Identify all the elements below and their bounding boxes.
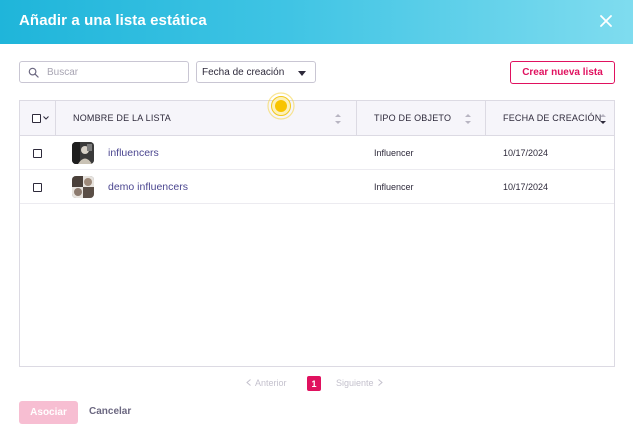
object-type: Influencer (374, 182, 414, 192)
page-number-button[interactable]: 1 (307, 376, 321, 391)
chevron-right-icon (377, 379, 383, 386)
cancel-button[interactable]: Cancelar (89, 406, 131, 417)
chevron-down-icon (298, 71, 306, 76)
column-header-type[interactable]: TIPO DE OBJETO (356, 101, 485, 136)
list-thumbnail (72, 176, 94, 198)
associate-button[interactable]: Asociar (19, 401, 78, 424)
close-icon (600, 15, 612, 27)
object-type: Influencer (374, 148, 414, 158)
create-new-list-button[interactable]: Crear nueva lista (510, 61, 615, 84)
list-thumbnail (72, 142, 94, 164)
column-header-date[interactable]: FECHA DE CREACIÓN (485, 101, 614, 136)
creation-date: 10/17/2024 (503, 148, 549, 158)
lists-table: NOMBRE DE LA LISTA TIPO DE OBJETO FECHA … (19, 100, 615, 367)
column-header-name-label: NOMBRE DE LA LISTA (73, 113, 171, 123)
table-row[interactable]: influencers Influencer 10/17/2024 (20, 136, 614, 170)
sort-icon[interactable] (334, 112, 342, 126)
row-checkbox[interactable] (33, 183, 42, 192)
table-row[interactable]: demo influencers Influencer 10/17/2024 (20, 170, 614, 204)
table-header: NOMBRE DE LA LISTA TIPO DE OBJETO FECHA … (20, 101, 614, 136)
pagination: Anterior 1 Siguiente (0, 376, 633, 392)
creation-date: 10/17/2024 (503, 182, 549, 192)
add-to-static-list-dialog: Añadir a una lista estática Fecha de cre… (0, 0, 633, 437)
sort-dropdown-value: Fecha de creación (202, 67, 285, 78)
previous-page-button[interactable]: Anterior (246, 378, 287, 388)
list-name-link[interactable]: demo influencers (108, 181, 188, 193)
dialog-title: Añadir a una lista estática (19, 12, 207, 29)
column-header-date-label: FECHA DE CREACIÓN (503, 113, 602, 123)
row-checkbox[interactable] (33, 149, 42, 158)
sort-descending-icon[interactable] (599, 112, 607, 126)
search-field[interactable] (19, 61, 189, 83)
select-all-checkbox[interactable] (32, 114, 41, 123)
previous-page-label: Anterior (255, 378, 287, 388)
dialog-header: Añadir a una lista estática (0, 0, 633, 44)
next-page-label: Siguiente (336, 378, 374, 388)
search-input[interactable] (47, 65, 185, 80)
close-button[interactable] (595, 10, 617, 32)
column-header-type-label: TIPO DE OBJETO (374, 113, 452, 123)
next-page-button[interactable]: Siguiente (336, 378, 383, 388)
chevron-left-icon (246, 379, 251, 386)
sort-dropdown[interactable]: Fecha de creación (196, 61, 316, 83)
column-header-name[interactable]: NOMBRE DE LA LISTA (55, 101, 356, 136)
chevron-down-icon[interactable] (43, 116, 49, 120)
select-all-cell (20, 101, 55, 136)
list-name-link[interactable]: influencers (108, 147, 159, 159)
sort-icon[interactable] (464, 112, 472, 126)
search-icon (28, 67, 39, 78)
